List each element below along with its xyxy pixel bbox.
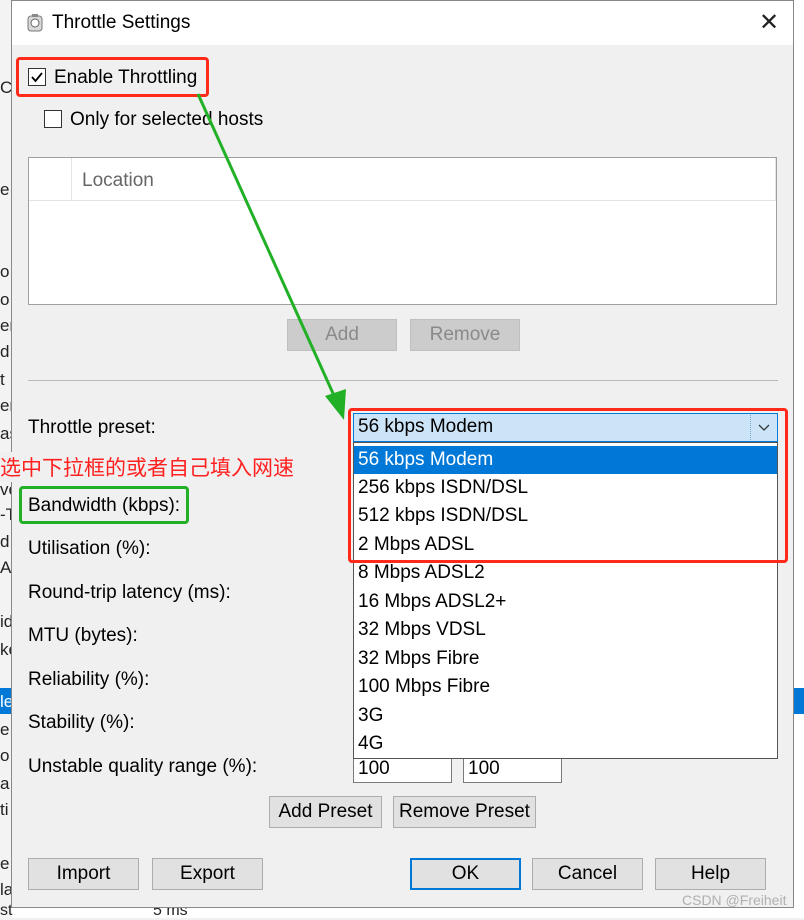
annotation-arrow <box>196 93 346 420</box>
watermark: CSDN @Freiheit <box>682 892 787 908</box>
